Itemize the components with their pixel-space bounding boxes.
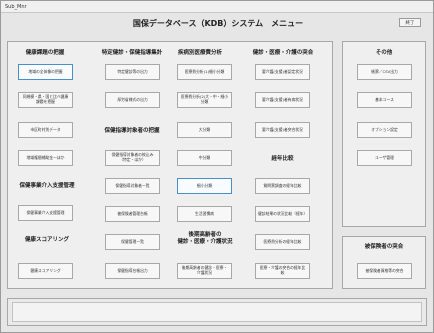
col-header-checkup-care: 健診・医療・介護の突合 (252, 50, 314, 56)
btn-form-csv-output[interactable]: 帳票／CSV出力 (357, 64, 412, 80)
btn-compare-health-issues[interactable]: 同規模・県・国と比べ健康課題を把握 (18, 92, 73, 108)
col-header-disease-analysis: 疾病別医療費分析 (177, 50, 222, 56)
btn-guidance-narrowing[interactable]: 保健指導対象者の絞込み（特定・ほか） (105, 150, 160, 166)
exit-button[interactable]: 終了 (399, 18, 421, 27)
btn-lifestyle-disease[interactable]: 生活習慣病 (177, 206, 232, 222)
section-health-scoring: 健康スコアリング (24, 237, 69, 243)
message-box (12, 302, 422, 322)
btn-middle-category[interactable]: 中分類 (177, 150, 232, 166)
col-header-specific-checkup: 特定健診・保健指導集計 (101, 50, 163, 56)
btn-checkup-yearly[interactable]: 健診結果の状況比較（経年） (255, 206, 310, 222)
section-yearly: 経年比較 (271, 156, 294, 162)
btn-care-matching[interactable]: 要介護(支援)者突合状況 (255, 122, 310, 138)
btn-care-certification[interactable]: 要介護(支援)者認定状況 (255, 64, 310, 80)
btn-major-category[interactable]: 大分類 (177, 122, 232, 138)
col-header-other: その他 (375, 50, 393, 56)
kdb-menu-window: Sub_Mnr 国保データベース（KDB）システム メニュー 終了 健康課題の把… (0, 0, 434, 333)
window-title: Sub_Mnr (5, 4, 27, 10)
btn-health-program[interactable]: 保健事業介入支援管理 (18, 205, 73, 221)
btn-minor-category[interactable]: 細小分類 (177, 178, 232, 194)
btn-elderly-status[interactable]: 後期高齢者の健診・医療・介護状況 (177, 263, 232, 279)
section-health-guidance-target: 保健指導対象者の把握 (104, 128, 160, 134)
section-elderly-line2: 健診・医療・介護状況 (177, 239, 233, 245)
page-title: 国保データベース（KDB）システム メニュー (132, 19, 304, 28)
btn-specific-checkup-output[interactable]: 特定健診等の出力 (105, 64, 160, 80)
btn-regional-subsidy[interactable]: 地域権間補助金一ほか (18, 150, 73, 166)
btn-basic-course[interactable]: 基本コース (357, 92, 412, 108)
btn-medical-analysis-2[interactable]: 医療費分析(2)大・中・細小分類 (177, 92, 232, 108)
btn-mhlw-format-output[interactable]: 厚労省様式の出力 (105, 92, 160, 108)
btn-guidance-target-list[interactable]: 保健指導対象者一覧 (105, 178, 160, 194)
btn-option-settings[interactable]: オプション設定 (357, 122, 412, 138)
col-header-health-issues: 健康課題の把握 (25, 50, 65, 56)
section-elderly: 後期高齢者の 健診・医療・介護状況 (173, 232, 237, 246)
window-titlebar: Sub_Mnr (1, 1, 433, 13)
btn-health-management-list[interactable]: 保健管理一覧 (105, 234, 160, 250)
section-health-program: 保健事業介入支援管理 (19, 183, 75, 189)
btn-user-management[interactable]: ユーザ管理 (357, 150, 412, 166)
btn-insured-ledger[interactable]: 被保険者管理台帳 (105, 206, 160, 222)
btn-guidance-ledger-output[interactable]: 保健指導台帳出力 (105, 263, 160, 279)
btn-regional-overview[interactable]: 地域の全体像の把握 (18, 64, 73, 80)
btn-medical-analysis-1[interactable]: 医療費分析(1)細小分類 (177, 64, 232, 80)
message-area (7, 298, 427, 326)
btn-medical-yearly[interactable]: 医療費分析の経年比較 (255, 234, 310, 250)
col-header-insured: 被保険者の突合 (364, 244, 404, 250)
btn-health-scoring[interactable]: 健康スコアリング (18, 263, 73, 279)
section-elderly-line1: 後期高齢者の (188, 232, 222, 238)
btn-insured-qualification-matching[interactable]: 被保険者資格等の突合 (357, 263, 412, 279)
btn-care-morbidity[interactable]: 要介護(支援)者有病状況 (255, 92, 310, 108)
btn-questionnaire-yearly[interactable]: 質問票調査の経年比較 (255, 178, 310, 194)
btn-medical-care-yearly[interactable]: 医療・介護の突合の経年比較 (255, 263, 310, 279)
btn-municipality-data[interactable]: 市区町村別データ (18, 122, 73, 138)
